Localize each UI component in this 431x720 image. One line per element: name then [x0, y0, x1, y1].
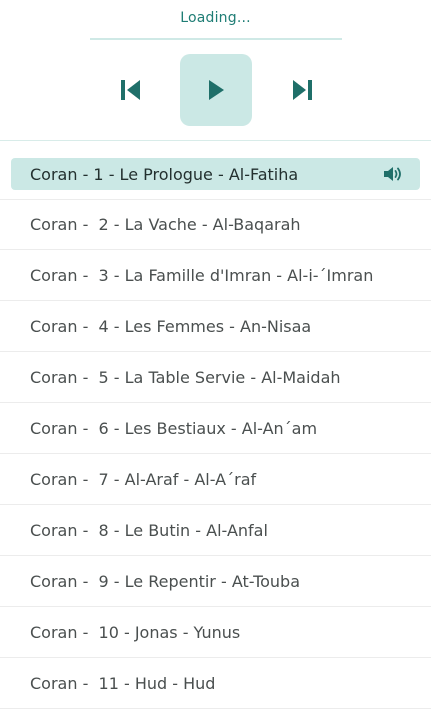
progress-bar[interactable] [90, 38, 342, 40]
track-label: Coran - 1 - Le Prologue - Al-Fatiha [30, 164, 299, 184]
next-button[interactable] [282, 76, 322, 104]
player-panel: Loading... [0, 0, 431, 141]
track-label: Coran - 3 - La Famille d'Imran - Al-i-´I… [30, 265, 374, 285]
track-list: Coran - 1 - Le Prologue - Al-Fatiha Cora… [0, 153, 431, 709]
track-label: Coran - 4 - Les Femmes - An-Nisaa [30, 316, 312, 336]
track-item-4[interactable]: Coran - 4 - Les Femmes - An-Nisaa [0, 301, 431, 352]
track-item-10[interactable]: Coran - 10 - Jonas - Yunus [0, 607, 431, 658]
previous-icon [121, 80, 140, 100]
previous-button[interactable] [111, 76, 151, 104]
speaker-icon [384, 167, 401, 181]
play-button[interactable] [180, 54, 252, 126]
track-label: Coran - 7 - Al-Araf - Al-A´raf [30, 469, 257, 489]
track-label: Coran - 5 - La Table Servie - Al-Maidah [30, 367, 341, 387]
track-label: Coran - 9 - Le Repentir - At-Touba [30, 571, 301, 591]
track-item-2[interactable]: Coran - 2 - La Vache - Al-Baqarah [0, 199, 431, 250]
next-icon [293, 80, 312, 100]
track-item-1[interactable]: Coran - 1 - Le Prologue - Al-Fatiha [0, 158, 431, 200]
play-icon [209, 80, 224, 100]
track-label: Coran - 11 - Hud - Hud [30, 673, 216, 693]
track-item-8[interactable]: Coran - 8 - Le Butin - Al-Anfal [0, 505, 431, 556]
track-label: Coran - 8 - Le Butin - Al-Anfal [30, 520, 268, 540]
track-item-11[interactable]: Coran - 11 - Hud - Hud [0, 658, 431, 709]
track-label: Coran - 10 - Jonas - Yunus [30, 622, 241, 642]
track-item-6[interactable]: Coran - 6 - Les Bestiaux - Al-An´am [0, 403, 431, 454]
track-label: Coran - 6 - Les Bestiaux - Al-An´am [30, 418, 318, 438]
track-item-7[interactable]: Coran - 7 - Al-Araf - Al-A´raf [0, 454, 431, 505]
track-label: Coran - 2 - La Vache - Al-Baqarah [30, 214, 301, 234]
loading-status: Loading... [180, 10, 251, 26]
track-item-9[interactable]: Coran - 9 - Le Repentir - At-Touba [0, 556, 431, 607]
track-item-3[interactable]: Coran - 3 - La Famille d'Imran - Al-i-´I… [0, 250, 431, 301]
track-item-5[interactable]: Coran - 5 - La Table Servie - Al-Maidah [0, 352, 431, 403]
